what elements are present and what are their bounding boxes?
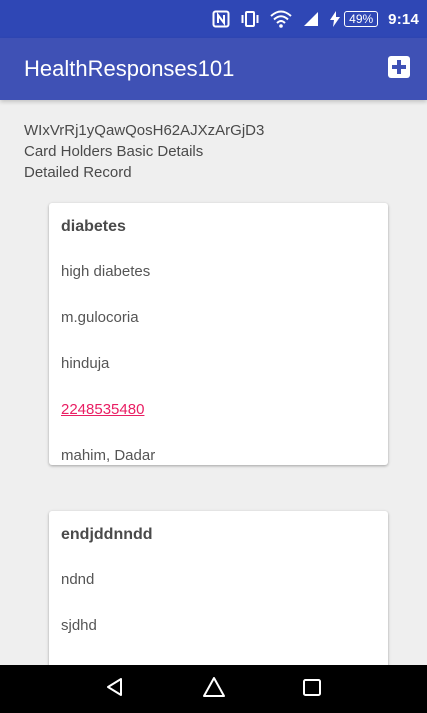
record-header: WIxVrRj1yQawQosH62AJXzArGjD3 Card Holder… bbox=[24, 120, 264, 183]
record-detail: high diabetes bbox=[61, 263, 151, 280]
battery-level: 49% bbox=[344, 11, 379, 27]
record-id: WIxVrRj1yQawQosH62AJXzArGjD3 bbox=[24, 122, 265, 139]
app-bar: HealthResponses101 bbox=[0, 38, 427, 100]
nfc-icon bbox=[212, 10, 230, 28]
status-bar: 49% 9:14 bbox=[0, 0, 427, 38]
home-icon bbox=[201, 675, 227, 704]
home-button[interactable] bbox=[184, 665, 244, 713]
record-hospital: hinduja bbox=[61, 355, 110, 372]
app-title: HealthResponses101 bbox=[24, 56, 235, 81]
navigation-bar bbox=[0, 665, 427, 713]
charging-icon bbox=[330, 11, 341, 27]
clock: 9:14 bbox=[388, 10, 419, 28]
vibrate-icon bbox=[240, 10, 260, 28]
record-medicine: m.gulocoria bbox=[61, 309, 139, 326]
back-button[interactable] bbox=[85, 665, 145, 713]
record-title: endjddnndd bbox=[61, 526, 153, 543]
back-icon bbox=[104, 676, 126, 703]
recents-button[interactable] bbox=[282, 665, 342, 713]
status-icons: 49% 9:14 bbox=[212, 0, 419, 38]
record-address: mahim, Dadar bbox=[61, 447, 156, 464]
add-record-button[interactable] bbox=[385, 55, 413, 83]
section-title: Detailed Record bbox=[24, 164, 132, 181]
record-title: diabetes bbox=[61, 218, 126, 235]
record-medicine: sjdhd bbox=[61, 617, 97, 634]
header-subtitle: Card Holders Basic Details bbox=[24, 143, 204, 160]
wifi-icon bbox=[270, 10, 292, 28]
record-detail: ndnd bbox=[61, 571, 95, 588]
record-phone-link[interactable]: 2248535480 bbox=[61, 401, 144, 418]
recents-icon bbox=[301, 676, 323, 703]
record-card[interactable]: diabetes high diabetes m.gulocoria hindu… bbox=[49, 203, 388, 465]
signal-icon bbox=[302, 10, 320, 28]
add-box-icon bbox=[387, 55, 411, 84]
battery-indicator: 49% bbox=[330, 11, 379, 27]
